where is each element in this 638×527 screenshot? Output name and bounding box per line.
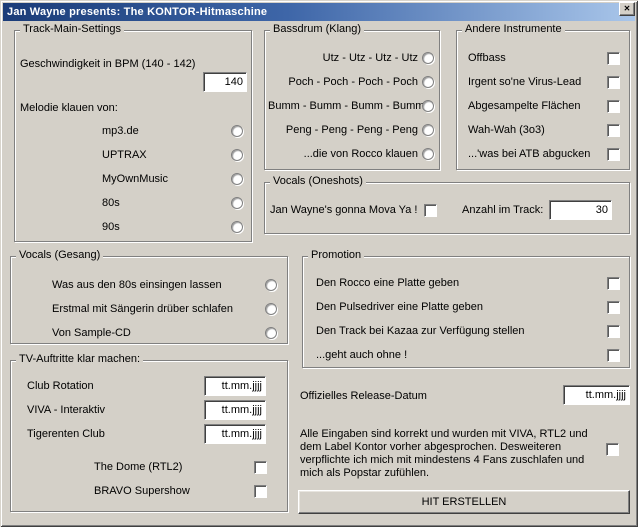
tigerenten-club-date-input[interactable] xyxy=(204,424,266,444)
dialog-window: Jan Wayne presents: The KONTOR-Hitmaschi… xyxy=(0,0,638,527)
group-track-main-settings-legend: Track-Main-Settings xyxy=(20,23,124,36)
hit-erstellen-button[interactable]: HIT ERSTELLEN xyxy=(298,490,630,514)
promotion-option-label-pulsedriver: Den Pulsedriver eine Platte geben xyxy=(316,300,483,314)
gesang-radio-80s[interactable] xyxy=(265,279,277,291)
bravo-supershow-checkbox[interactable] xyxy=(254,485,267,498)
melodie-radio-90s[interactable] xyxy=(231,221,243,233)
bassdrum-radio-peng[interactable] xyxy=(422,124,434,136)
group-tv-auftritte-legend: TV-Auftritte klar machen: xyxy=(16,353,143,366)
tv-label-viva-interaktiv: VIVA - Interaktiv xyxy=(27,403,105,417)
melodie-radio-mp3de[interactable] xyxy=(231,125,243,137)
release-datum-input[interactable] xyxy=(563,385,630,405)
gesang-radio-samplecd[interactable] xyxy=(265,327,277,339)
instrumente-option-label-offbass: Offbass xyxy=(468,51,506,65)
group-vocals-oneshots-legend: Vocals (Oneshots) xyxy=(270,175,366,188)
bassdrum-option-label-utz: Utz - Utz - Utz - Utz xyxy=(268,51,418,65)
bassdrum-option-label-peng: Peng - Peng - Peng - Peng xyxy=(268,123,418,137)
instrumente-option-label-wahwah: Wah-Wah (3o3) xyxy=(468,123,545,137)
melodie-option-label-uptrax: UPTRAX xyxy=(102,148,147,162)
melodie-radio-myownmusic[interactable] xyxy=(231,173,243,185)
disclaimer-checkbox[interactable] xyxy=(606,443,619,456)
anzahl-im-track-label: Anzahl im Track: xyxy=(462,203,543,217)
instrumente-checkbox-wahwah[interactable] xyxy=(607,124,620,137)
bpm-input[interactable] xyxy=(203,72,247,92)
tv-label-bravo-supershow: BRAVO Supershow xyxy=(94,484,190,498)
bassdrum-option-label-rocco: ...die von Rocco klauen xyxy=(268,147,418,161)
instrumente-option-label-atb: ...'was bei ATB abgucken xyxy=(468,147,590,161)
group-promotion-legend: Promotion xyxy=(308,249,364,262)
instrumente-checkbox-flaechen[interactable] xyxy=(607,100,620,113)
the-dome-checkbox[interactable] xyxy=(254,461,267,474)
bassdrum-radio-rocco[interactable] xyxy=(422,148,434,160)
viva-interaktiv-date-input[interactable] xyxy=(204,400,266,420)
group-bassdrum-legend: Bassdrum (Klang) xyxy=(270,23,364,36)
tv-label-the-dome: The Dome (RTL2) xyxy=(94,460,182,474)
promotion-option-label-ohne: ...geht auch ohne ! xyxy=(316,348,407,362)
instrumente-option-label-flaechen: Abgesampelte Flächen xyxy=(468,99,581,113)
bassdrum-radio-utz[interactable] xyxy=(422,52,434,64)
window-title: Jan Wayne presents: The KONTOR-Hitmaschi… xyxy=(3,6,267,18)
bassdrum-radio-poch[interactable] xyxy=(422,76,434,88)
close-icon: ✕ xyxy=(624,5,631,13)
anzahl-im-track-input[interactable] xyxy=(549,200,612,220)
gesang-radio-saengerin[interactable] xyxy=(265,303,277,315)
mova-ya-checkbox[interactable] xyxy=(424,204,437,217)
melodie-option-label-mp3de: mp3.de xyxy=(102,124,139,138)
gesang-option-label-saengerin: Erstmal mit Sängerin drüber schlafen xyxy=(52,302,233,316)
mova-ya-label: Jan Wayne's gonna Mova Ya ! xyxy=(270,203,417,217)
melodie-option-label-90s: 90s xyxy=(102,220,120,234)
promotion-option-label-rocco: Den Rocco eine Platte geben xyxy=(316,276,459,290)
bassdrum-option-label-bumm: Bumm - Bumm - Bumm - Bumm xyxy=(268,99,418,113)
tv-label-club-rotation: Club Rotation xyxy=(27,379,94,393)
group-andere-instrumente-legend: Andere Instrumente xyxy=(462,23,565,36)
promotion-checkbox-rocco[interactable] xyxy=(607,277,620,290)
instrumente-checkbox-atb[interactable] xyxy=(607,148,620,161)
release-datum-label: Offizielles Release-Datum xyxy=(300,389,427,403)
melodie-radio-uptrax[interactable] xyxy=(231,149,243,161)
instrumente-checkbox-viruslead[interactable] xyxy=(607,76,620,89)
melodie-option-label-myownmusic: MyOwnMusic xyxy=(102,172,168,186)
promotion-checkbox-pulsedriver[interactable] xyxy=(607,301,620,314)
bpm-label: Geschwindigkeit in BPM (140 - 142) xyxy=(20,57,195,71)
disclaimer-text: Alle Eingaben sind korrekt und wurden mi… xyxy=(300,428,604,480)
promotion-checkbox-ohne[interactable] xyxy=(607,349,620,362)
melodie-label: Melodie klauen von: xyxy=(20,101,118,115)
promotion-option-label-kazaa: Den Track bei Kazaa zur Verfügung stelle… xyxy=(316,324,525,338)
melodie-option-label-80s: 80s xyxy=(102,196,120,210)
title-bar[interactable]: Jan Wayne presents: The KONTOR-Hitmaschi… xyxy=(3,3,635,21)
melodie-radio-80s[interactable] xyxy=(231,197,243,209)
instrumente-option-label-viruslead: Irgent so'ne Virus-Lead xyxy=(468,75,581,89)
club-rotation-date-input[interactable] xyxy=(204,376,266,396)
bassdrum-option-label-poch: Poch - Poch - Poch - Poch xyxy=(268,75,418,89)
group-vocals-gesang-legend: Vocals (Gesang) xyxy=(16,249,103,262)
gesang-option-label-80s: Was aus den 80s einsingen lassen xyxy=(52,278,222,292)
tv-label-tigerenten-club: Tigerenten Club xyxy=(27,427,105,441)
promotion-checkbox-kazaa[interactable] xyxy=(607,325,620,338)
gesang-option-label-samplecd: Von Sample-CD xyxy=(52,326,131,340)
instrumente-checkbox-offbass[interactable] xyxy=(607,52,620,65)
bassdrum-radio-bumm[interactable] xyxy=(422,100,434,112)
close-button[interactable]: ✕ xyxy=(619,2,635,16)
